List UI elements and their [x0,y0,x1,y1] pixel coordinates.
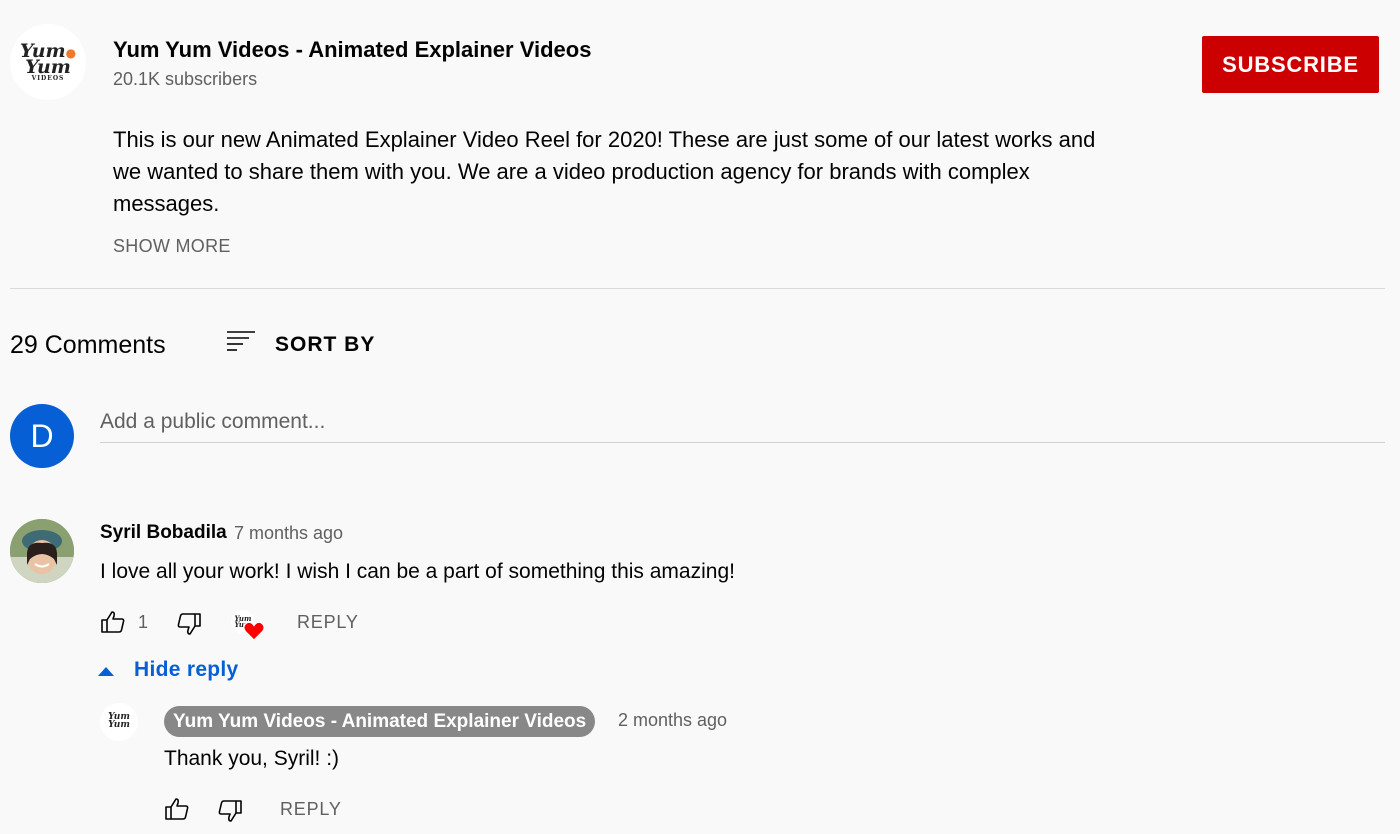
sort-icon [225,329,257,360]
user-avatar: D [10,404,74,468]
divider [10,288,1385,289]
add-comment-input[interactable] [100,402,1385,443]
channel-name[interactable]: Yum Yum Videos - Animated Explainer Vide… [113,37,591,63]
channel-logo: Yum● Yum VIDEOS [19,40,77,82]
commenter-avatar[interactable] [10,519,74,583]
thumbs-up-icon [164,797,190,826]
subscribe-button[interactable]: SUBSCRIBE [1202,36,1379,93]
reply-dislike-button[interactable] [216,799,244,827]
comments-count: 29 Comments [10,331,166,359]
reply-author-badge[interactable]: Yum Yum Videos - Animated Explainer Vide… [164,706,596,737]
channel-avatar[interactable]: Yum● Yum VIDEOS [10,24,86,100]
subscriber-count: 20.1K subscribers [113,69,258,89]
like-count: 1 [138,612,149,632]
show-more-button[interactable]: SHOW MORE [113,236,231,257]
comment-timestamp[interactable]: 7 months ago [234,523,343,544]
heart-icon [243,621,265,646]
description-text: This is our new Animated Explainer Video… [113,127,1096,216]
comment-text: I love all your work! I wish I can be a … [100,560,735,583]
caret-up-icon [98,658,114,682]
sort-by-button[interactable]: SORT BY [225,329,375,360]
reply-text: Thank you, Syril! :) [164,747,340,770]
like-button[interactable] [99,610,127,638]
reply-timestamp[interactable]: 2 months ago [618,710,727,731]
comment-author[interactable]: Syril Bobadila [100,522,227,544]
hide-reply-toggle[interactable]: Hide reply [98,658,239,682]
hide-reply-label: Hide reply [134,658,239,681]
dislike-button[interactable] [175,612,203,640]
reply-author-logo: Yum Yum [108,712,130,730]
reply-like-button[interactable] [163,797,191,825]
video-description: This is our new Animated Explainer Video… [113,124,1113,220]
thumbs-down-icon [176,612,202,641]
reply-reply-button[interactable]: REPLY [280,799,342,820]
reply-button[interactable]: REPLY [297,612,359,633]
thumbs-up-icon [100,610,126,639]
thumbs-down-icon [217,799,243,828]
reply-author-avatar[interactable]: Yum Yum [100,703,138,741]
sort-by-label: SORT BY [275,332,376,356]
creator-heart-badge: Yum Yum [231,610,267,644]
